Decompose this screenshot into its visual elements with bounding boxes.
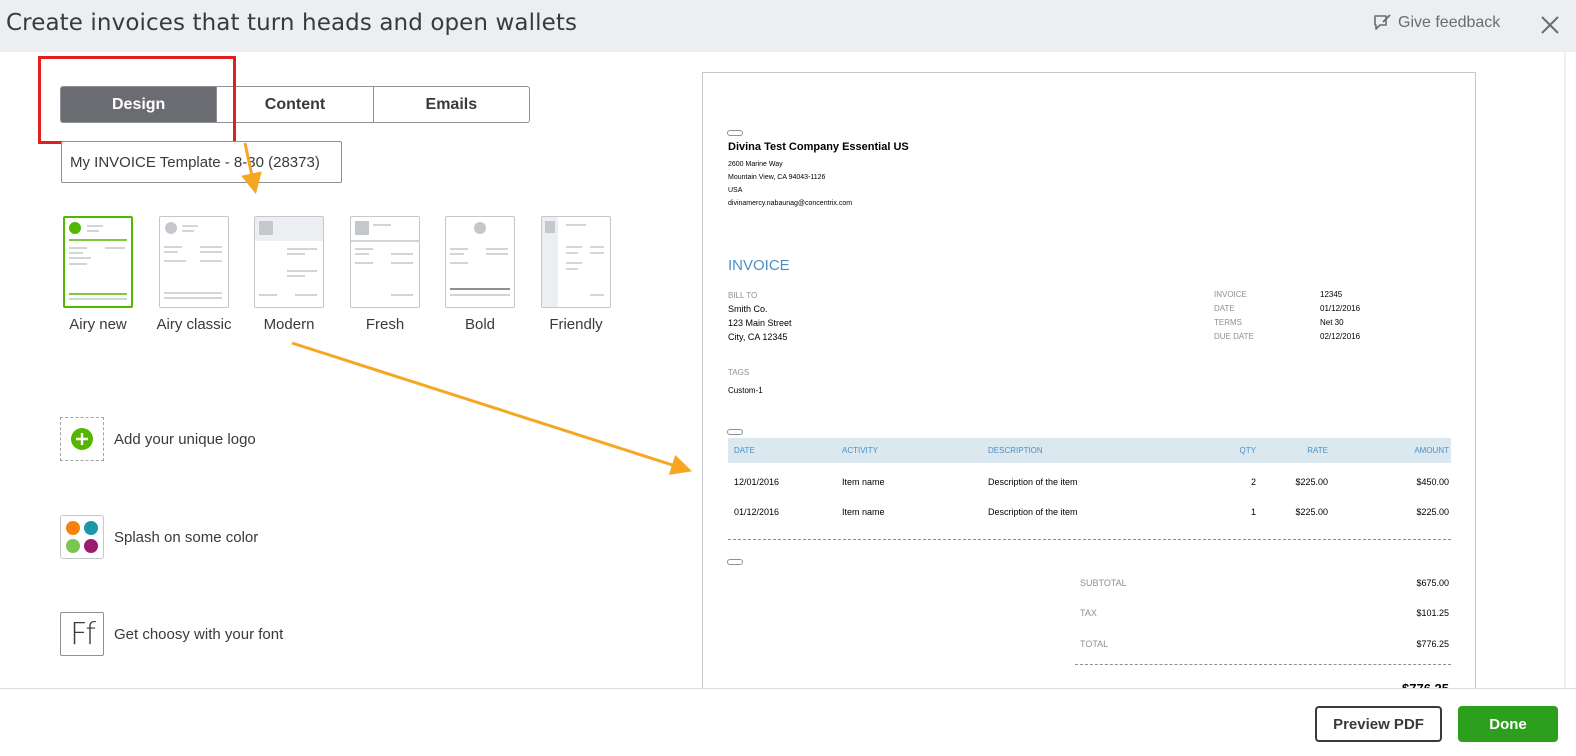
template-name-input[interactable] <box>61 141 342 183</box>
row-rate: $225.00 <box>1295 507 1328 517</box>
meta-label: INVOICE <box>1214 290 1247 299</box>
total-value: $776.25 <box>1416 639 1449 649</box>
color-option[interactable]: Splash on some color <box>60 515 258 559</box>
style-airy-classic[interactable]: Airy classic <box>154 216 234 333</box>
airy-new-thumbnail <box>63 216 133 308</box>
bill-to-line: Smith Co. <box>728 304 768 314</box>
tab-content[interactable]: Content <box>217 87 374 122</box>
row-description: Description of the item <box>988 507 1078 517</box>
font-icon: Ff <box>60 612 104 656</box>
row-date: 01/12/2016 <box>734 507 780 517</box>
col-header: QTY <box>1239 446 1256 455</box>
friendly-thumbnail <box>541 216 611 308</box>
style-label: Friendly <box>549 316 603 333</box>
tax-value: $101.25 <box>1416 608 1449 618</box>
fresh-thumbnail <box>350 216 420 308</box>
annotation-arrow-to-preview <box>291 341 692 475</box>
font-option[interactable]: Ff Get choosy with your font <box>60 612 283 656</box>
style-label: Airy classic <box>156 316 232 333</box>
row-rate: $225.00 <box>1295 477 1328 487</box>
airy-classic-thumbnail <box>159 216 229 308</box>
tags-label: TAGS <box>728 368 750 377</box>
font-label: Get choosy with your font <box>114 625 284 643</box>
total-label: TOTAL <box>1080 639 1109 649</box>
company-email: divinamercy.nabaunag@concentrix.com <box>728 200 853 207</box>
preview-pdf-button[interactable]: Preview PDF <box>1315 706 1442 742</box>
meta-value: Net 30 <box>1320 318 1344 327</box>
subtotal-value: $675.00 <box>1416 578 1449 588</box>
company-address-1: 2600 Marine Way <box>728 161 783 168</box>
highlight-box <box>38 56 236 144</box>
row-qty: 2 <box>1250 477 1256 487</box>
row-activity: Item name <box>842 477 885 487</box>
company-address-2: Mountain View, CA 94043-1126 <box>728 174 826 181</box>
give-feedback-link[interactable]: Give feedback <box>1372 13 1500 33</box>
totals-divider <box>1075 664 1451 665</box>
meta-value: 01/12/2016 <box>1320 304 1361 313</box>
bill-to-line: City, CA 12345 <box>728 332 788 342</box>
style-friendly[interactable]: Friendly <box>536 216 616 333</box>
add-logo-icon <box>60 417 104 461</box>
bold-thumbnail <box>445 216 515 308</box>
feedback-icon <box>1372 13 1392 33</box>
scrollbar[interactable] <box>1564 52 1566 688</box>
tax-label: TAX <box>1080 608 1097 618</box>
section-handle[interactable] <box>727 130 743 136</box>
bill-to-line: 123 Main Street <box>728 318 792 328</box>
done-button[interactable]: Done <box>1458 706 1558 742</box>
style-label: Bold <box>464 316 496 333</box>
style-label: Modern <box>263 316 315 333</box>
invoice-heading: INVOICE <box>728 257 790 274</box>
company-country: USA <box>728 187 743 194</box>
company-name: Divina Test Company Essential US <box>728 141 909 153</box>
col-header: RATE <box>1307 446 1328 455</box>
subtotal-label: SUBTOTAL <box>1080 578 1127 588</box>
invoice-preview: Divina Test Company Essential US 2600 Ma… <box>702 72 1476 692</box>
meta-label: DUE DATE <box>1214 332 1254 341</box>
section-handle[interactable] <box>727 559 743 565</box>
meta-value: 02/12/2016 <box>1320 332 1361 341</box>
style-airy-new[interactable]: Airy new <box>58 216 138 333</box>
tab-emails[interactable]: Emails <box>374 87 529 122</box>
feedback-label: Give feedback <box>1398 14 1501 31</box>
row-amount: $225.00 <box>1416 507 1449 517</box>
meta-value: 12345 <box>1320 290 1343 299</box>
style-label: Fresh <box>365 316 405 333</box>
style-fresh[interactable]: Fresh <box>345 216 425 333</box>
color-palette-icon <box>60 515 104 559</box>
add-logo-option[interactable]: Add your unique logo <box>60 417 256 461</box>
section-handle[interactable] <box>727 429 743 435</box>
meta-label: DATE <box>1214 304 1235 313</box>
add-logo-label: Add your unique logo <box>114 430 256 448</box>
row-amount: $450.00 <box>1416 477 1449 487</box>
col-header: DESCRIPTION <box>988 446 1043 455</box>
col-header: ACTIVITY <box>842 446 879 455</box>
col-header: AMOUNT <box>1414 446 1449 455</box>
style-label: Airy new <box>69 316 127 333</box>
meta-label: TERMS <box>1214 318 1242 327</box>
col-header: DATE <box>734 446 755 455</box>
modern-thumbnail <box>254 216 324 308</box>
color-label: Splash on some color <box>114 528 259 546</box>
table-divider <box>728 539 1451 540</box>
row-qty: 1 <box>1250 507 1256 517</box>
dialog-footer: Preview PDF Done <box>0 688 1576 756</box>
row-description: Description of the item <box>988 477 1078 487</box>
page-title: Create invoices that turn heads and open… <box>6 10 578 36</box>
style-bold[interactable]: Bold <box>440 216 520 333</box>
bill-to-label: BILL TO <box>728 291 758 300</box>
style-modern[interactable]: Modern <box>249 216 329 333</box>
close-icon[interactable] <box>1539 12 1561 36</box>
items-table-header <box>728 438 1451 463</box>
dialog-header: Create invoices that turn heads and open… <box>0 0 1576 52</box>
row-activity: Item name <box>842 507 885 517</box>
tags-value: Custom-1 <box>728 386 763 395</box>
row-date: 12/01/2016 <box>734 477 780 487</box>
